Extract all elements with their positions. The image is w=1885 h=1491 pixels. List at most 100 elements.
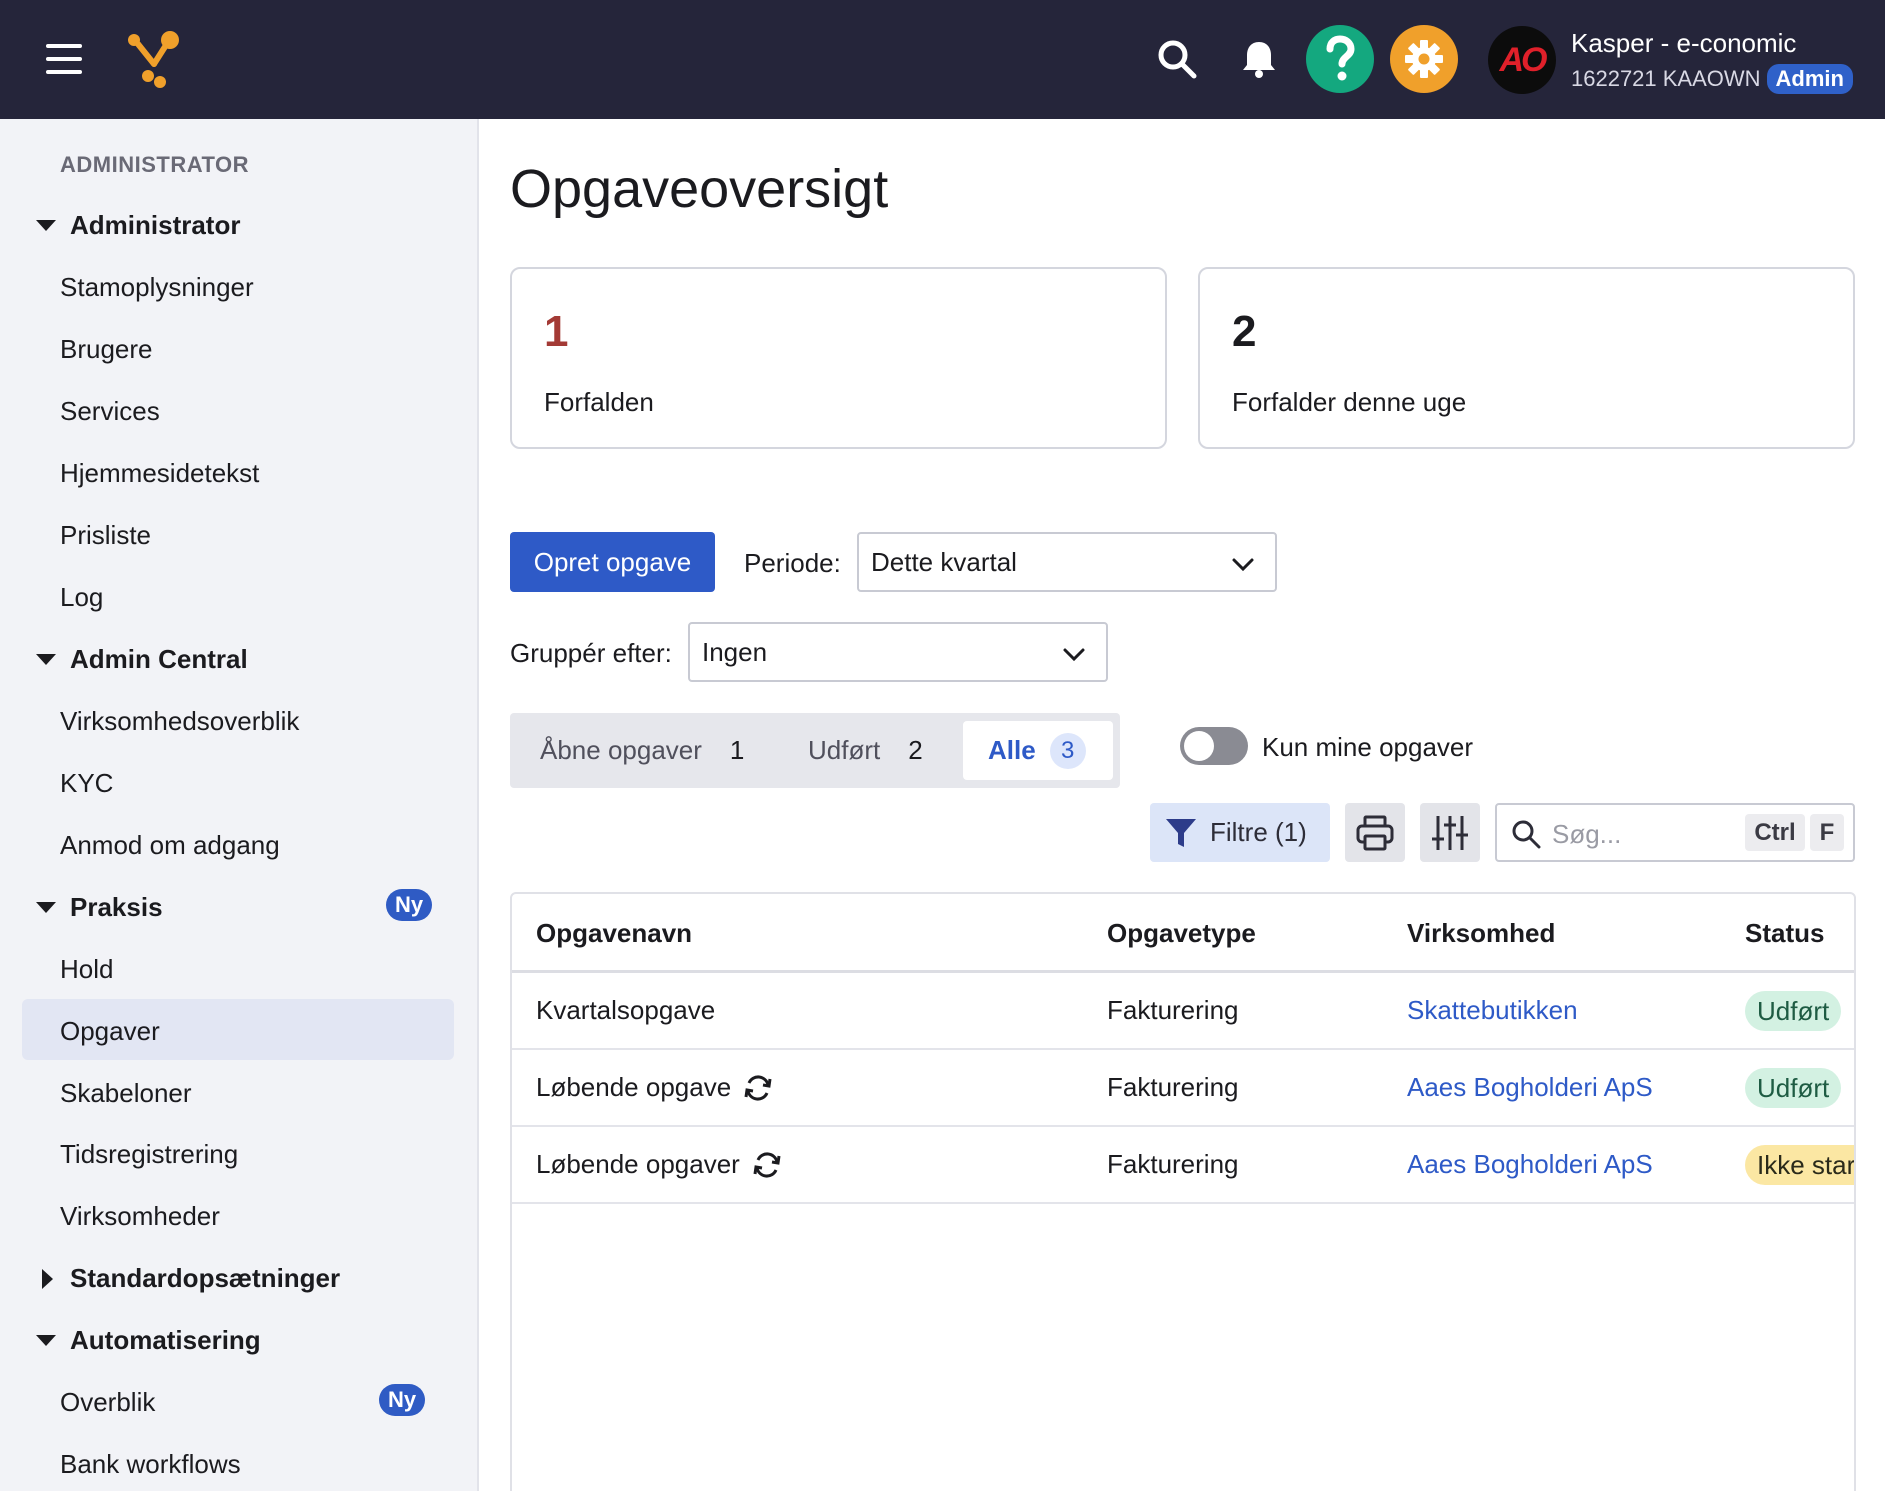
- filters-label: Filtre (1): [1210, 817, 1307, 847]
- table-row[interactable]: Kvartalsopgave Fakturering Skattebutikke…: [512, 973, 1854, 1050]
- table-row[interactable]: Løbende opgave Fakturering Aaes Bogholde…: [512, 1050, 1854, 1127]
- tab-count: 1: [729, 735, 745, 765]
- sidebar-group-standardopsaetninger[interactable]: Standardopsætninger: [36, 1263, 340, 1294]
- toggle-knob: [1184, 731, 1214, 761]
- company-link[interactable]: Skattebutikken: [1407, 995, 1578, 1026]
- company-link[interactable]: Aaes Bogholderi ApS: [1407, 1072, 1653, 1103]
- task-name-text: Løbende opgave: [536, 1072, 732, 1102]
- status-badge: Udført: [1745, 1068, 1842, 1108]
- recurring-sync-icon: [753, 1151, 781, 1178]
- chevron-down-icon: [1232, 558, 1254, 572]
- account-number: 1622721 KAAOWN: [1571, 66, 1761, 91]
- company-link[interactable]: Aaes Bogholderi ApS: [1407, 1149, 1653, 1180]
- sidebar-item-brugere[interactable]: Brugere: [60, 334, 153, 365]
- avatar-text: AO: [1499, 40, 1548, 79]
- sidebar-group-administrator[interactable]: Administrator: [36, 210, 240, 241]
- due-this-week-card[interactable]: 2 Forfalder denne uge: [1198, 267, 1855, 449]
- tab-count: 2: [908, 735, 923, 765]
- search-icon: [1512, 820, 1541, 849]
- task-name[interactable]: Løbende opgave: [536, 1072, 773, 1103]
- overdue-count: 1: [544, 307, 569, 356]
- group-by-value: Ingen: [702, 636, 768, 667]
- print-button[interactable]: [1345, 803, 1405, 862]
- table-row[interactable]: Løbende opgaver Fakturering Aaes Boghold…: [512, 1127, 1854, 1204]
- due-this-week-label: Forfalder denne uge: [1232, 387, 1467, 417]
- caret-down-icon: [36, 1335, 56, 1346]
- sidebar-item-services[interactable]: Services: [60, 396, 160, 427]
- tab-label: Åbne opgaver: [540, 735, 702, 765]
- only-mine-label: Kun mine opgaver: [1262, 732, 1474, 762]
- tasks-table: Opgavenavn Opgavetype Virksomhed Status …: [510, 892, 1856, 1491]
- search-icon[interactable]: [1148, 30, 1206, 88]
- printer-icon: [1356, 815, 1394, 850]
- company-avatar[interactable]: AO: [1488, 26, 1556, 94]
- sidebar-item-overblik[interactable]: Overblik: [60, 1387, 155, 1418]
- role-badge: Admin: [1766, 64, 1853, 94]
- sidebar-item-virksomheder[interactable]: Virksomheder: [60, 1201, 220, 1232]
- sidebar-group-praksis[interactable]: Praksis: [36, 892, 163, 923]
- tab-label: Alle: [988, 735, 1036, 765]
- sidebar-item-hold[interactable]: Hold: [60, 954, 113, 985]
- settings-gear-icon[interactable]: [1390, 25, 1458, 93]
- menu-icon[interactable]: [46, 44, 82, 74]
- group-by-label: Gruppér efter:: [510, 638, 672, 668]
- caret-down-icon: [36, 902, 56, 913]
- filter-icon: [1166, 818, 1196, 847]
- sidebar-item-stamoplysninger[interactable]: Stamoplysninger: [60, 272, 254, 303]
- sidebar-item-opgaver[interactable]: Opgaver: [60, 1016, 160, 1047]
- sidebar-group-label: Praksis: [70, 892, 163, 922]
- task-name[interactable]: Kvartalsopgave: [536, 995, 715, 1026]
- caret-down-icon: [36, 220, 56, 231]
- period-value: Dette kvartal: [871, 546, 1017, 577]
- create-task-button[interactable]: Opret opgave: [510, 532, 715, 592]
- account-info: 1622721 KAAOWN Admin: [1571, 64, 1853, 94]
- bell-icon[interactable]: [1230, 30, 1288, 88]
- top-bar: AO Kasper - e-conomic 1622721 KAAOWN Adm…: [0, 0, 1885, 119]
- sidebar-item-virksomhedsoverblik[interactable]: Virksomhedsoverblik: [60, 706, 299, 737]
- caret-right-icon: [42, 1268, 53, 1289]
- sidebar-group-label: Standardopsætninger: [70, 1263, 341, 1293]
- sidebar-item-tidsregistrering[interactable]: Tidsregistrering: [60, 1139, 238, 1170]
- sliders-icon: [1432, 815, 1468, 850]
- sidebar-item-anmod-om-adgang[interactable]: Anmod om adgang: [60, 830, 280, 861]
- shortcut-key-ctrl: Ctrl: [1745, 814, 1805, 851]
- sidebar-item-log[interactable]: Log: [60, 582, 103, 613]
- column-header-company[interactable]: Virksomhed: [1407, 918, 1555, 949]
- new-badge: Ny: [386, 889, 432, 921]
- search-placeholder: Søg...: [1552, 819, 1622, 849]
- sidebar-group-automatisering[interactable]: Automatisering: [36, 1325, 261, 1356]
- column-header-task-type[interactable]: Opgavetype: [1107, 918, 1256, 949]
- sidebar-section-title: ADMINISTRATOR: [60, 152, 250, 177]
- tab-all[interactable]: Alle 3: [988, 713, 1086, 788]
- only-mine-toggle[interactable]: [1180, 727, 1248, 765]
- task-name[interactable]: Løbende opgaver: [536, 1149, 782, 1180]
- recurring-sync-icon: [744, 1074, 772, 1101]
- user-name[interactable]: Kasper - e-conomic: [1571, 28, 1796, 59]
- group-by-select[interactable]: Ingen: [688, 622, 1108, 682]
- app-logo-icon[interactable]: [124, 28, 184, 90]
- new-badge: Ny: [379, 1384, 425, 1416]
- sidebar-group-admin-central[interactable]: Admin Central: [36, 644, 248, 675]
- sidebar-item-hjemmesidetekst[interactable]: Hjemmesidetekst: [60, 458, 259, 489]
- task-search-field[interactable]: Søg... Ctrl F: [1495, 803, 1855, 862]
- sidebar-group-label: Administrator: [70, 210, 241, 240]
- table-header: Opgavenavn Opgavetype Virksomhed Status: [512, 894, 1854, 973]
- tab-done[interactable]: Udført 2: [808, 713, 923, 788]
- sidebar-group-label: Automatisering: [70, 1325, 261, 1355]
- tab-open-tasks[interactable]: Åbne opgaver 1: [540, 713, 744, 788]
- column-header-status[interactable]: Status: [1745, 918, 1824, 949]
- sidebar-item-prisliste[interactable]: Prisliste: [60, 520, 151, 551]
- help-icon[interactable]: [1306, 25, 1374, 93]
- page-title: Opgaveoversigt: [510, 159, 889, 219]
- sidebar-item-bank-workflows[interactable]: Bank workflows: [60, 1449, 241, 1480]
- sidebar-item-skabeloner[interactable]: Skabeloner: [60, 1078, 192, 1109]
- task-type: Fakturering: [1107, 1072, 1239, 1102]
- sidebar-item-kyc[interactable]: KYC: [60, 768, 113, 799]
- task-type: Fakturering: [1107, 1149, 1239, 1179]
- column-settings-button[interactable]: [1420, 803, 1480, 862]
- filters-button[interactable]: Filtre (1): [1150, 803, 1330, 862]
- period-select[interactable]: Dette kvartal: [857, 532, 1277, 592]
- due-this-week-count: 2: [1232, 307, 1257, 356]
- overdue-card[interactable]: 1 Forfalden: [510, 267, 1167, 449]
- column-header-task-name[interactable]: Opgavenavn: [536, 918, 692, 949]
